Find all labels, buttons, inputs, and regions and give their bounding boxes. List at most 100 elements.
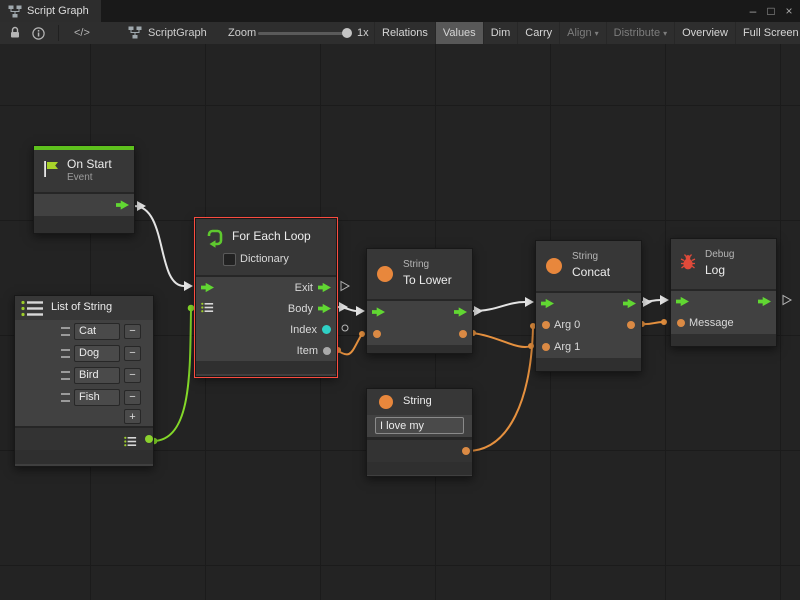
- toolbar-button-values[interactable]: Values: [435, 22, 483, 44]
- node-footer: [15, 450, 153, 464]
- toolbar-button-distribute[interactable]: Distribute▾: [606, 22, 674, 44]
- chevron-down-icon: ▾: [663, 29, 667, 38]
- node-concat[interactable]: String Concat Arg 0 Arg 1: [535, 240, 642, 372]
- message-input-port[interactable]: [677, 319, 685, 327]
- node-category: String: [403, 259, 429, 270]
- toolbar-button-dim[interactable]: Dim: [483, 22, 518, 44]
- item-output-port[interactable]: [323, 347, 331, 355]
- toolbar-button-relations[interactable]: Relations: [374, 22, 435, 44]
- chevron-down-icon: ▾: [595, 29, 599, 38]
- maximize-button[interactable]: □: [762, 4, 780, 18]
- string-icon: [377, 266, 393, 282]
- node-title: To Lower: [403, 273, 452, 287]
- port-label-item: Item: [297, 345, 318, 357]
- zoom-label: Zoom: [228, 27, 256, 39]
- info-icon[interactable]: [32, 27, 45, 43]
- node-title: For Each Loop: [232, 229, 311, 243]
- dictionary-label: Dictionary: [240, 253, 289, 265]
- graph-breadcrumb[interactable]: ScriptGraph: [148, 27, 207, 39]
- list-row: −: [15, 320, 153, 342]
- toolbar-button-overview[interactable]: Overview: [674, 22, 735, 44]
- node-title: List of String: [51, 301, 112, 313]
- string-output-port[interactable]: [462, 447, 470, 455]
- code-icon[interactable]: </>: [74, 27, 90, 39]
- node-to-lower[interactable]: String To Lower: [366, 248, 473, 354]
- node-title: On Start: [67, 157, 112, 171]
- flow-out-port[interactable]: [623, 298, 636, 309]
- list-item-input[interactable]: [74, 367, 120, 384]
- bug-icon: [679, 253, 697, 276]
- remove-item-button[interactable]: −: [124, 368, 141, 383]
- toolbar-button-fullscreen[interactable]: Full Screen: [735, 22, 800, 44]
- node-list-of-string[interactable]: List of String − − − − +: [14, 295, 154, 467]
- add-item-button[interactable]: +: [124, 409, 141, 424]
- node-footer: [367, 345, 472, 353]
- drag-handle-icon[interactable]: [61, 393, 70, 402]
- arg1-input-port[interactable]: [542, 343, 550, 351]
- flow-out-port[interactable]: [116, 200, 129, 211]
- remove-item-button[interactable]: −: [124, 390, 141, 405]
- flow-in-port[interactable]: [372, 307, 385, 318]
- node-subtitle: Event: [67, 172, 93, 183]
- list-item-input[interactable]: [74, 323, 120, 340]
- drag-handle-icon[interactable]: [61, 327, 70, 336]
- tab-script-graph[interactable]: Script Graph: [0, 0, 101, 22]
- list-row: −: [15, 386, 153, 408]
- collection-input-port[interactable]: [201, 300, 214, 318]
- port-label-exit: Exit: [295, 282, 313, 294]
- zoom-slider-handle[interactable]: [342, 28, 352, 38]
- node-category: String: [572, 251, 598, 262]
- result-output-port[interactable]: [627, 321, 635, 329]
- node-on-start[interactable]: On Start Event: [33, 145, 135, 234]
- list-item-input[interactable]: [74, 389, 120, 406]
- node-title: String: [403, 395, 432, 407]
- remove-item-button[interactable]: −: [124, 346, 141, 361]
- close-button[interactable]: ×: [780, 4, 798, 18]
- minimize-button[interactable]: –: [744, 4, 762, 18]
- script-graph-icon: [128, 26, 142, 42]
- drag-handle-icon[interactable]: [61, 349, 70, 358]
- toolbar-separator: [58, 25, 59, 41]
- node-title: Concat: [572, 265, 610, 279]
- toolbar-button-carry[interactable]: Carry: [517, 22, 559, 44]
- distribute-label: Distribute: [614, 27, 660, 39]
- string-input-port[interactable]: [373, 330, 381, 338]
- loop-icon: [204, 227, 226, 254]
- port-label-arg0: Arg 0: [554, 319, 580, 331]
- body-flow-port[interactable]: [318, 303, 331, 314]
- port-label-message: Message: [689, 317, 734, 329]
- exit-flow-port[interactable]: [318, 282, 331, 293]
- remove-item-button[interactable]: −: [124, 324, 141, 339]
- index-output-port[interactable]: [322, 325, 331, 334]
- list-output-icon: [124, 434, 137, 452]
- list-row: −: [15, 364, 153, 386]
- align-label: Align: [567, 27, 591, 39]
- flow-out-port[interactable]: [454, 307, 467, 318]
- list-output-port[interactable]: [145, 435, 153, 443]
- result-output-port[interactable]: [459, 330, 467, 338]
- zoom-value: 1x: [357, 27, 369, 39]
- node-for-each-loop[interactable]: For Each Loop Dictionary Exit Body Index…: [195, 218, 337, 377]
- arg0-input-port[interactable]: [542, 321, 550, 329]
- list-icon: [21, 300, 45, 322]
- dictionary-checkbox[interactable]: [223, 253, 236, 266]
- list-item-input[interactable]: [74, 345, 120, 362]
- node-footer: [671, 334, 776, 346]
- node-footer: [34, 216, 134, 233]
- toolbar-buttons: Relations Values Dim Carry Align ▾ Distri…: [374, 22, 800, 44]
- flow-in-port[interactable]: [541, 298, 554, 309]
- string-icon: [379, 395, 393, 409]
- flow-out-port[interactable]: [758, 296, 771, 307]
- zoom-slider-track[interactable]: [258, 32, 350, 35]
- node-debug-log[interactable]: Debug Log Message: [670, 238, 777, 347]
- drag-handle-icon[interactable]: [61, 371, 70, 380]
- toolbar-button-align[interactable]: Align ▾: [559, 22, 605, 44]
- node-string-literal[interactable]: String: [366, 388, 473, 477]
- lock-icon[interactable]: [9, 26, 21, 42]
- script-graph-window: Script Graph – □ × </> ScriptGraph Zoom …: [0, 0, 800, 600]
- flow-in-port[interactable]: [201, 282, 214, 293]
- string-value-input[interactable]: [375, 417, 464, 434]
- flow-in-port[interactable]: [676, 296, 689, 307]
- list-row: −: [15, 342, 153, 364]
- port-label-arg1: Arg 1: [554, 341, 580, 353]
